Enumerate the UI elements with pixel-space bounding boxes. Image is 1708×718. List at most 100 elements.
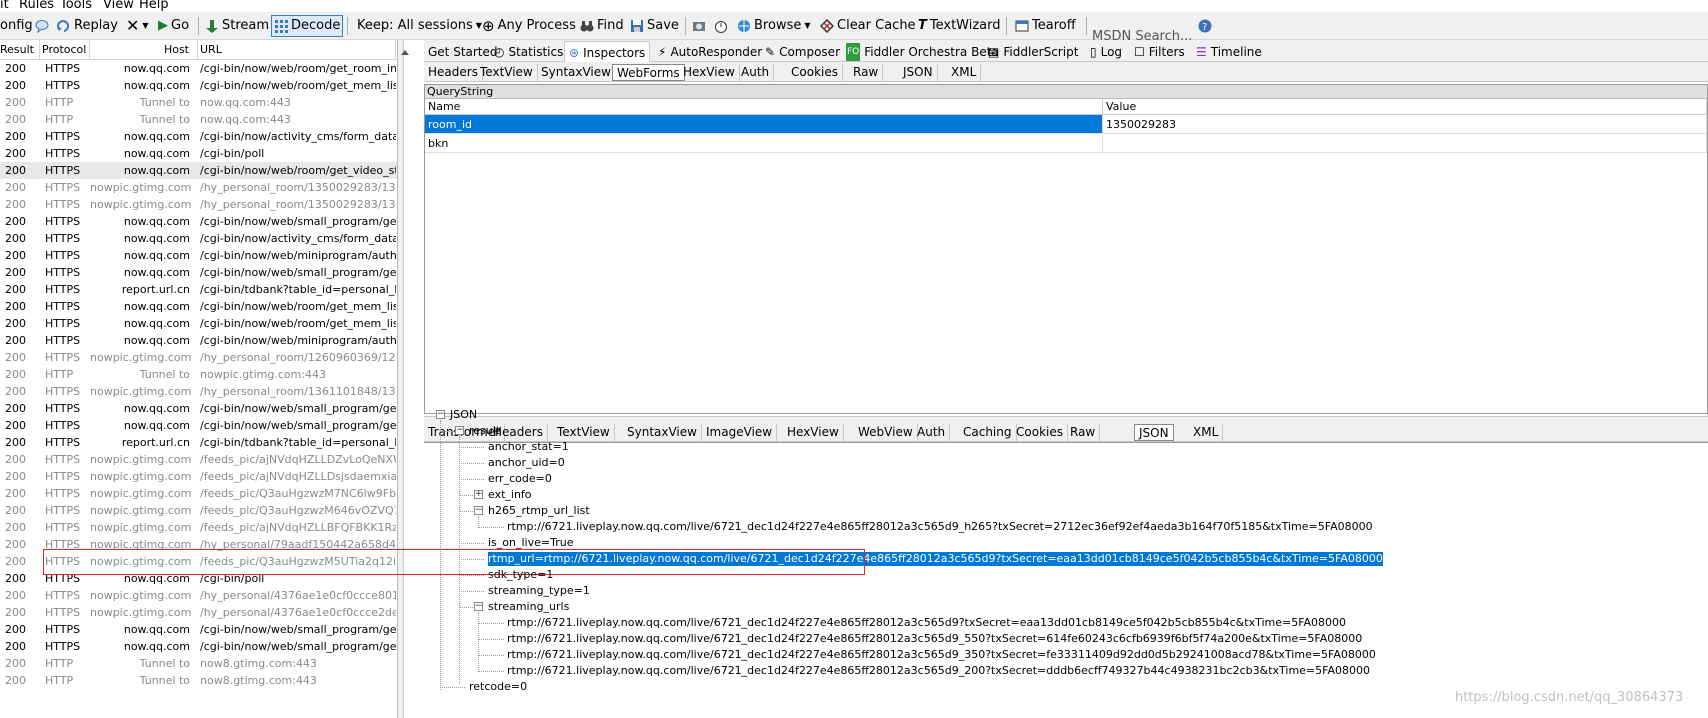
menu-tools[interactable]: Tools <box>60 0 92 12</box>
tab-resp-textview[interactable]: TextView <box>553 424 615 441</box>
browse-button[interactable]: Browse ▼ <box>735 15 813 37</box>
tab-req-auth[interactable]: Auth <box>737 64 775 81</box>
collapse-toggle-icon[interactable]: − <box>474 506 483 515</box>
tab-composer[interactable]: ✎ Composer <box>761 42 844 62</box>
json-root-node[interactable]: JSON <box>450 408 477 422</box>
table-row[interactable]: 200 HTTPS now.qq.com/cgi-bin/now/activity_… <box>0 230 397 247</box>
tab-resp-hexview[interactable]: HexView <box>783 424 844 441</box>
tab-resp-imageview[interactable]: ImageView <box>702 424 778 441</box>
col-result[interactable]: Result <box>0 40 40 60</box>
table-row[interactable]: 200 HTTPS now.qq.com/cgi-bin/now/web/room/… <box>0 315 397 332</box>
tab-req-webforms[interactable]: WebForms <box>612 64 685 81</box>
tab-resp-xml[interactable]: XML <box>1189 424 1224 441</box>
json-retcode[interactable]: retcode=0 <box>469 680 527 694</box>
tab-log[interactable]: ▯ Log <box>1086 42 1126 62</box>
expand-toggle-icon[interactable]: + <box>474 490 483 499</box>
tab-fiddler-orchestra[interactable]: FO Fiddler Orchestra Beta <box>842 42 1003 62</box>
tab-req-json[interactable]: JSON <box>899 64 938 81</box>
json-ext-info[interactable]: ext_info <box>488 488 532 502</box>
tab-req-textview[interactable]: TextView <box>476 64 538 81</box>
menu-rules[interactable]: Rules <box>19 0 54 12</box>
table-row[interactable]: 200 HTTP Tunnel to now8.gtimg.com:443 <box>0 672 397 689</box>
table-row[interactable]: 200 HTTPS nowpic.gtimg.com/feeds_pic/Q3auH… <box>0 485 397 502</box>
tab-req-xml[interactable]: XML <box>947 64 982 81</box>
tab-filters[interactable]: ☐ Filters <box>1130 42 1189 62</box>
tab-resp-caching[interactable]: Caching <box>959 424 1017 441</box>
table-row[interactable]: 200 HTTPS now.qq.com/cgi-bin/now/web/small… <box>0 638 397 655</box>
table-row[interactable]: 200 HTTPS nowpic.gtimg.com/hy_personal/437… <box>0 587 397 604</box>
table-row[interactable]: 200 HTTPS report.url.cn/cgi-bin/tdbank?tab… <box>0 281 397 298</box>
col-value[interactable]: Value <box>1103 99 1707 114</box>
querystring-row[interactable]: bkn <box>425 134 1707 153</box>
col-host[interactable]: Host <box>90 40 198 60</box>
tab-resp-auth[interactable]: Auth <box>913 424 951 441</box>
table-row[interactable]: 200 HTTPS nowpic.gtimg.com/hy_personal_roo… <box>0 383 397 400</box>
table-row[interactable]: 200 HTTPS now.qq.com/cgi-bin/now/web/minip… <box>0 332 397 349</box>
tab-resp-webview[interactable]: WebView <box>854 424 918 441</box>
json-h265-list[interactable]: h265_rtmp_url_list <box>488 504 590 518</box>
table-row[interactable]: 200 HTTPS now.qq.com/cgi-bin/now/web/room/… <box>0 162 397 179</box>
go-button[interactable]: ▶ Go <box>156 15 191 37</box>
tab-req-headers[interactable]: Headers <box>424 64 483 81</box>
tab-resp-cookies[interactable]: Cookies <box>1012 424 1068 441</box>
collapse-toggle-icon[interactable]: − <box>455 426 464 435</box>
json-streaming-url[interactable]: rtmp://6721.liveplay.now.qq.com/live/672… <box>507 632 1362 646</box>
table-row[interactable]: 200 HTTP Tunnel to now.qq.com:443 <box>0 111 397 128</box>
col-name[interactable]: Name <box>425 99 1103 114</box>
table-row[interactable]: 200 HTTPS now.qq.com/cgi-bin/now/web/small… <box>0 213 397 230</box>
tab-req-cookies[interactable]: Cookies <box>787 64 843 81</box>
json-anchor-stat[interactable]: anchor_stat=1 <box>488 440 569 454</box>
table-row[interactable]: 200 HTTPS nowpic.gtimg.com/feeds_pic/ajNVd… <box>0 468 397 485</box>
tab-timeline[interactable]: ☰ Timeline <box>1192 42 1266 62</box>
table-row[interactable]: 200 HTTPS now.qq.com/cgi-bin/now/web/small… <box>0 417 397 434</box>
json-result-node[interactable]: result <box>469 424 500 438</box>
table-row[interactable]: 200 HTTPS nowpic.gtimg.com/hy_personal/437… <box>0 604 397 621</box>
remove-button[interactable]: ✕ ▼ <box>124 15 151 37</box>
config-button[interactable]: onfig <box>0 15 35 37</box>
textwizard-button[interactable]: T TextWizard <box>916 15 1003 37</box>
save-button[interactable]: Save <box>628 15 681 37</box>
table-row[interactable]: 200 HTTPS nowpic.gtimg.com/feeds_pic/Q3auH… <box>0 502 397 519</box>
col-url[interactable]: URL <box>198 40 396 60</box>
scroll-up-arrow-icon[interactable] <box>401 50 409 55</box>
stream-button[interactable]: Stream <box>203 15 271 37</box>
table-row[interactable]: 200 HTTPS nowpic.gtimg.com/hy_personal_roo… <box>0 179 397 196</box>
json-h265-url[interactable]: rtmp://6721.liveplay.now.qq.com/live/672… <box>507 520 1373 534</box>
table-row[interactable]: 200 HTTP Tunnel to nowpic.gtimg.com:443 <box>0 366 397 383</box>
table-row[interactable]: 200 HTTPS now.qq.com/cgi-bin/now/web/minip… <box>0 247 397 264</box>
collapse-toggle-icon[interactable]: − <box>474 602 483 611</box>
tab-req-raw[interactable]: Raw <box>849 64 884 81</box>
table-row[interactable]: 200 HTTPS now.qq.com/cgi-bin/now/web/small… <box>0 400 397 417</box>
any-process-button[interactable]: ⊕ Any Process <box>480 15 578 37</box>
json-streaming-url[interactable]: rtmp://6721.liveplay.now.qq.com/live/672… <box>507 648 1376 662</box>
table-row[interactable]: 200 HTTPS now.qq.com/cgi-bin/now/activity_… <box>0 128 397 145</box>
json-streaming-url[interactable]: rtmp://6721.liveplay.now.qq.com/live/672… <box>507 664 1370 678</box>
table-row[interactable]: 200 HTTPS now.qq.com/cgi-bin/now/web/small… <box>0 621 397 638</box>
tab-resp-raw[interactable]: Raw <box>1066 424 1101 441</box>
json-is-on-live[interactable]: is_on_live=True <box>488 536 573 550</box>
tab-autoresponder[interactable]: ⚡ AutoResponder <box>654 42 766 62</box>
menu-help[interactable]: Help <box>139 0 169 12</box>
table-row[interactable]: 200 HTTPS now.qq.com/cgi-bin/now/web/room/… <box>0 77 397 94</box>
comment-button[interactable] <box>33 15 51 37</box>
querystring-row[interactable]: room_id 1350029283 <box>425 115 1707 134</box>
table-row[interactable]: 200 HTTPS nowpic.gtimg.com/hy_personal_roo… <box>0 349 397 366</box>
json-anchor-uid[interactable]: anchor_uid=0 <box>488 456 565 470</box>
table-row[interactable]: 200 HTTPS nowpic.gtimg.com/feeds_pic/ajNVd… <box>0 451 397 468</box>
table-row[interactable]: 200 HTTP Tunnel to now8.gtimg.com:443 <box>0 655 397 672</box>
keep-sessions-dropdown[interactable]: Keep: All sessions ▼ <box>355 15 484 37</box>
timer-button[interactable] <box>712 15 730 37</box>
tab-inspectors[interactable]: ⊛ Inspectors <box>564 41 651 63</box>
json-streaming-url[interactable]: rtmp://6721.liveplay.now.qq.com/live/672… <box>507 616 1346 630</box>
screenshot-button[interactable] <box>690 15 708 37</box>
table-row[interactable]: 200 HTTPS nowpic.gtimg.com/hy_personal_roo… <box>0 196 397 213</box>
table-row[interactable]: 200 HTTPS now.qq.com/cgi-bin/now/web/small… <box>0 264 397 281</box>
checkbox-icon[interactable]: ☐ <box>1134 43 1145 61</box>
table-row[interactable]: 200 HTTPS now.qq.com/cgi-bin/poll <box>0 145 397 162</box>
table-row[interactable]: 200 HTTPS nowpic.gtimg.com/feeds_pic/ajNVd… <box>0 519 397 536</box>
menu-edit[interactable]: it <box>0 0 9 12</box>
json-err-code[interactable]: err_code=0 <box>488 472 552 486</box>
tab-resp-syntaxview[interactable]: SyntaxView <box>623 424 702 441</box>
clear-cache-button[interactable]: Clear Cache <box>818 15 918 37</box>
json-sdk-type[interactable]: sdk_type=1 <box>488 568 553 582</box>
